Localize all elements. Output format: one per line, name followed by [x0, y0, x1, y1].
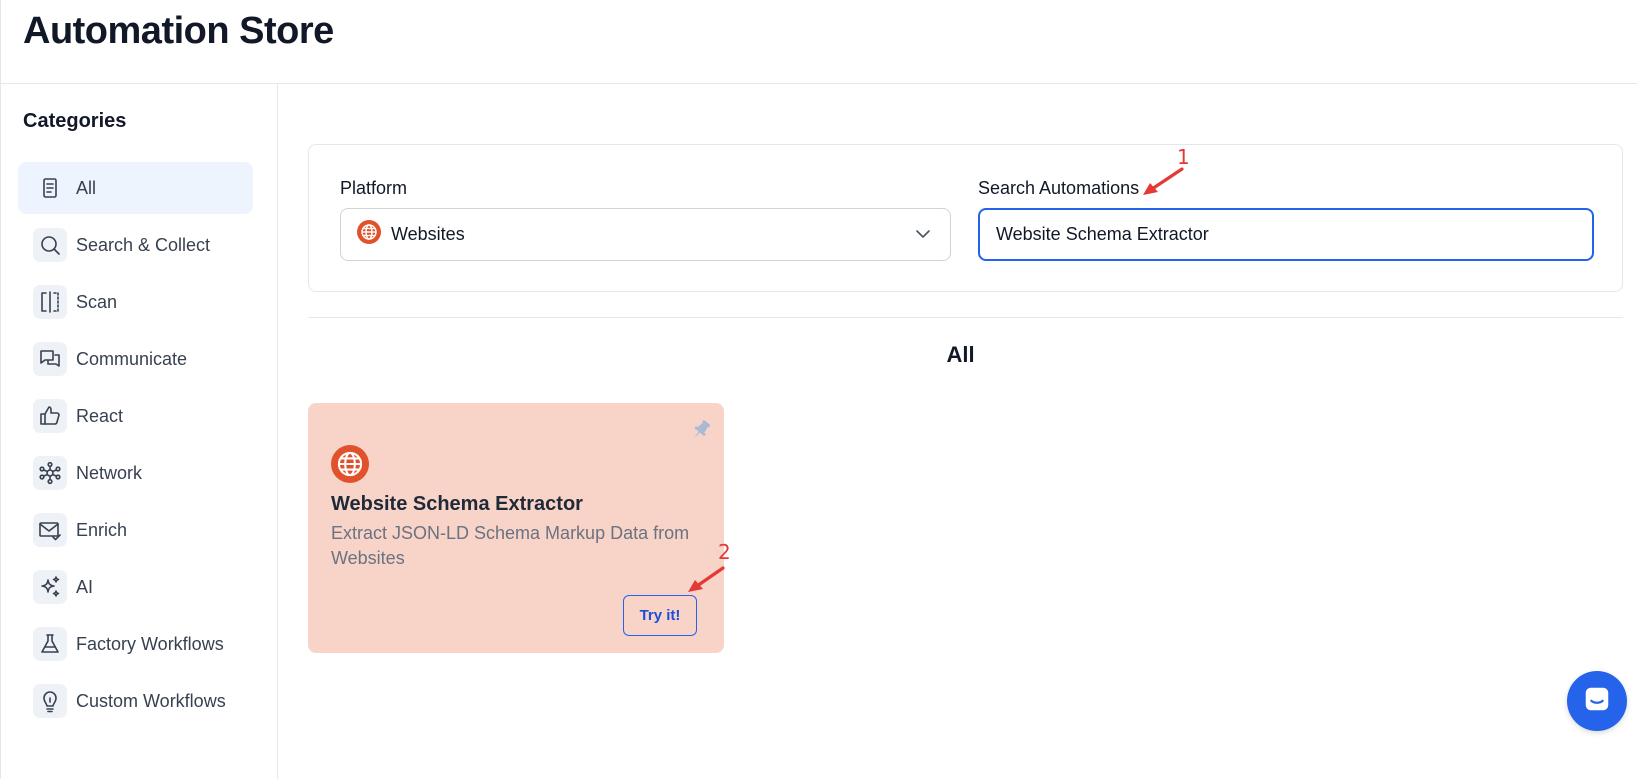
flask-icon	[33, 627, 67, 661]
sidebar-item-label: Communicate	[76, 348, 188, 369]
app-header: Automation Store	[0, 0, 1637, 84]
sidebar-item-label: Custom Workflows	[76, 690, 226, 711]
sidebar-item-label: Enrich	[76, 519, 128, 540]
page-title: Automation Store	[23, 10, 334, 52]
automation-card[interactable]: Website Schema Extractor Extract JSON-LD…	[308, 403, 724, 653]
sidebar-item-label: Network	[76, 462, 143, 483]
search-icon	[33, 228, 67, 262]
chat-icon	[1582, 684, 1612, 719]
annotation-arrow-icon	[688, 566, 725, 592]
platform-selected-value: Websites	[391, 224, 465, 244]
chevron-down-icon	[914, 225, 932, 248]
try-it-button[interactable]: Try it!	[623, 595, 697, 636]
sidebar-item-label: AI	[76, 576, 94, 597]
section-divider	[308, 317, 1623, 318]
platform-select[interactable]: Websites	[340, 208, 951, 261]
search-label: Search Automations	[978, 178, 1140, 198]
results-section-title: All	[946, 342, 975, 367]
platform-label: Platform	[340, 178, 408, 198]
sidebar-item-all[interactable]: All	[18, 162, 253, 214]
globe-icon	[331, 445, 369, 488]
sidebar-item-react[interactable]: React	[18, 390, 253, 442]
sidebar-item-label: React	[76, 405, 124, 426]
lightbulb-icon	[33, 684, 67, 718]
sidebar-item-factory-workflows[interactable]: Factory Workflows	[18, 618, 253, 670]
filter-panel: Platform Websites Search Automations	[308, 144, 1623, 292]
network-icon	[33, 456, 67, 490]
thumbs-up-icon	[33, 399, 67, 433]
annotation-arrow-icon	[1143, 167, 1184, 195]
document-icon	[33, 171, 67, 205]
sparkles-icon	[33, 570, 67, 604]
globe-icon	[357, 220, 381, 249]
sidebar-item-ai[interactable]: AI	[18, 561, 253, 613]
annotation-marker-2: 2	[718, 540, 731, 564]
chat-launcher-button[interactable]	[1567, 671, 1627, 731]
sidebar-item-label: Search & Collect	[76, 234, 211, 255]
sidebar-title: Categories	[23, 110, 127, 132]
sidebar-item-label: Factory Workflows	[76, 633, 224, 654]
sidebar-item-scan[interactable]: Scan	[18, 276, 253, 328]
sidebar-item-label: Scan	[76, 291, 118, 312]
pin-icon[interactable]	[688, 417, 714, 448]
sidebar-item-network[interactable]: Network	[18, 447, 253, 499]
card-title: Website Schema Extractor	[331, 493, 583, 515]
mail-check-icon	[33, 513, 67, 547]
search-input[interactable]	[978, 208, 1594, 261]
sidebar-item-custom-workflows[interactable]: Custom Workflows	[18, 675, 253, 727]
sidebar-item-label: All	[76, 177, 97, 198]
card-description: Extract JSON-LD Schema Markup Data from …	[331, 523, 690, 568]
sidebar-item-communicate[interactable]: Communicate	[18, 333, 253, 385]
sidebar-item-enrich[interactable]: Enrich	[18, 504, 253, 556]
categories-sidebar: Categories All Search & Collect Scan Com…	[0, 84, 278, 779]
chat-bubbles-icon	[33, 342, 67, 376]
sidebar-item-search-collect[interactable]: Search & Collect	[18, 219, 253, 271]
scan-icon	[33, 285, 67, 319]
